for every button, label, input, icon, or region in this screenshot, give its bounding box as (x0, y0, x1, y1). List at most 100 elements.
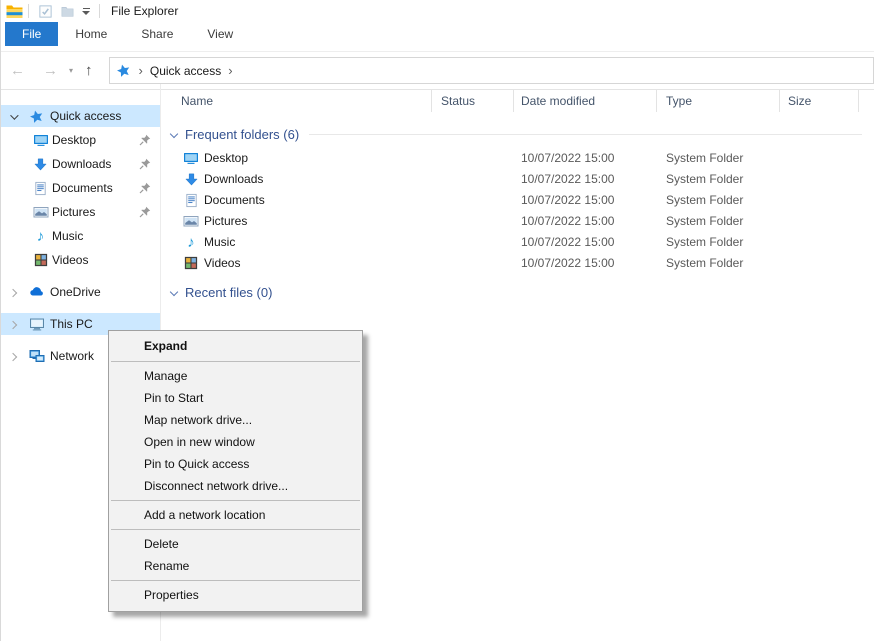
sidebar-group-gap (1, 305, 160, 313)
forward-icon[interactable]: → (34, 63, 67, 78)
sidebar-item-label: Network (50, 349, 94, 363)
toolbar-separator (99, 4, 100, 18)
sidebar-item-label: Music (52, 229, 83, 243)
pin-icon (139, 182, 151, 194)
sidebar-item-videos[interactable]: Videos (1, 249, 160, 271)
toolbar-separator (28, 4, 29, 18)
sidebar-item-documents[interactable]: Documents (1, 177, 160, 199)
music-icon: ♪ (32, 228, 49, 244)
column-header-date-modified[interactable]: Date modified (521, 94, 595, 108)
group-header-recent-files[interactable]: Recent files (0) (161, 282, 874, 302)
pin-icon (139, 134, 151, 146)
sidebar-item-quick-access[interactable]: Quick access (1, 105, 160, 127)
table-row[interactable]: Downloads 10/07/2022 15:00 System Folder (161, 169, 874, 190)
recent-locations-caret-icon[interactable]: ▾ (67, 66, 75, 75)
menu-item-pin-to-start[interactable]: Pin to Start (109, 387, 362, 409)
column-header-size[interactable]: Size (788, 94, 811, 108)
up-icon[interactable]: ↑ (75, 63, 103, 78)
menu-item-pin-to-quick-access[interactable]: Pin to Quick access (109, 453, 362, 475)
back-icon[interactable]: ← (1, 63, 34, 78)
table-row[interactable]: Documents 10/07/2022 15:00 System Folder (161, 190, 874, 211)
menu-item-rename[interactable]: Rename (109, 555, 362, 577)
sidebar-item-label: Pictures (52, 205, 95, 219)
sidebar-item-pictures[interactable]: Pictures (1, 201, 160, 223)
menu-item-open-in-new-window[interactable]: Open in new window (109, 431, 362, 453)
row-date-modified: 10/07/2022 15:00 (521, 235, 614, 249)
menu-item-expand[interactable]: Expand (109, 334, 362, 358)
sidebar-item-label: Desktop (52, 133, 96, 147)
pin-icon (139, 158, 151, 170)
column-header-status[interactable]: Status (441, 94, 475, 108)
sidebar-item-music[interactable]: ♪ Music (1, 225, 160, 247)
sidebar-item-desktop[interactable]: Desktop (1, 129, 160, 151)
column-divider[interactable] (656, 90, 657, 112)
pictures-icon (32, 204, 49, 220)
properties-check-icon[interactable] (37, 4, 53, 19)
group-header-frequent-folders[interactable]: Frequent folders (6) (161, 124, 874, 144)
row-date-modified: 10/07/2022 15:00 (521, 214, 614, 228)
address-bar[interactable]: › Quick access › (109, 57, 874, 84)
group-header-rule (309, 134, 862, 135)
tab-file[interactable]: File (5, 22, 58, 46)
sidebar-item-label: Videos (52, 253, 88, 267)
this-pc-icon (28, 316, 45, 332)
row-name: Music (204, 235, 235, 249)
column-divider[interactable] (431, 90, 432, 112)
menu-item-delete[interactable]: Delete (109, 533, 362, 555)
pictures-icon (183, 213, 199, 229)
downloads-icon (183, 171, 199, 187)
chevron-right-icon[interactable] (10, 349, 16, 363)
videos-icon (183, 255, 199, 271)
desktop-icon (183, 150, 199, 166)
table-row[interactable]: Videos 10/07/2022 15:00 System Folder (161, 253, 874, 274)
column-header-type[interactable]: Type (666, 94, 692, 108)
table-row[interactable]: ♪ Music 10/07/2022 15:00 System Folder (161, 232, 874, 253)
column-divider[interactable] (779, 90, 780, 112)
sidebar-item-label: OneDrive (50, 285, 101, 299)
menu-separator (111, 529, 360, 530)
menu-item-manage[interactable]: Manage (109, 365, 362, 387)
menu-item-properties[interactable]: Properties (109, 584, 362, 606)
sidebar-item-downloads[interactable]: Downloads (1, 153, 160, 175)
customize-toolbar-caret-icon[interactable] (82, 8, 90, 15)
documents-icon (183, 192, 199, 208)
sidebar-item-label: Quick access (50, 109, 121, 123)
row-date-modified: 10/07/2022 15:00 (521, 193, 614, 207)
column-divider[interactable] (858, 90, 859, 112)
breadcrumb-chevron-icon[interactable]: › (221, 63, 239, 78)
menu-item-disconnect-network-drive[interactable]: Disconnect network drive... (109, 475, 362, 497)
table-row[interactable]: Pictures 10/07/2022 15:00 System Folder (161, 211, 874, 232)
tab-share[interactable]: Share (124, 22, 190, 46)
chevron-right-icon[interactable] (10, 317, 16, 331)
sidebar-group-gap (1, 273, 160, 281)
file-explorer-window: File Explorer File Home Share View ← → ▾… (0, 0, 874, 641)
tab-view[interactable]: View (190, 22, 250, 46)
downloads-icon (32, 156, 49, 172)
row-name: Desktop (204, 151, 248, 165)
sidebar-item-onedrive[interactable]: OneDrive (1, 281, 160, 303)
chevron-right-icon[interactable] (10, 285, 16, 299)
table-row[interactable]: Desktop 10/07/2022 15:00 System Folder (161, 148, 874, 169)
chevron-down-icon[interactable] (170, 130, 178, 138)
row-name: Videos (204, 256, 240, 270)
column-divider[interactable] (513, 90, 514, 112)
window-title: File Explorer (111, 4, 178, 18)
row-date-modified: 10/07/2022 15:00 (521, 151, 614, 165)
breadcrumb-location[interactable]: Quick access (150, 64, 221, 78)
tab-home[interactable]: Home (58, 22, 124, 46)
menu-item-map-network-drive[interactable]: Map network drive... (109, 409, 362, 431)
pin-icon (139, 206, 151, 218)
row-type: System Folder (666, 235, 743, 249)
chevron-down-icon[interactable] (170, 288, 178, 296)
row-type: System Folder (666, 172, 743, 186)
music-icon: ♪ (183, 234, 199, 250)
sidebar-item-label: Downloads (52, 157, 111, 171)
column-header-name[interactable]: Name (181, 94, 213, 108)
new-folder-icon[interactable] (59, 4, 75, 19)
menu-item-add-a-network-location[interactable]: Add a network location (109, 504, 362, 526)
group-header-label: Frequent folders (6) (185, 127, 299, 142)
sidebar-item-label: This PC (50, 317, 93, 331)
chevron-down-icon[interactable] (10, 109, 16, 123)
ribbon-tab-bar: File Home Share View (1, 22, 874, 46)
menu-separator (111, 500, 360, 501)
